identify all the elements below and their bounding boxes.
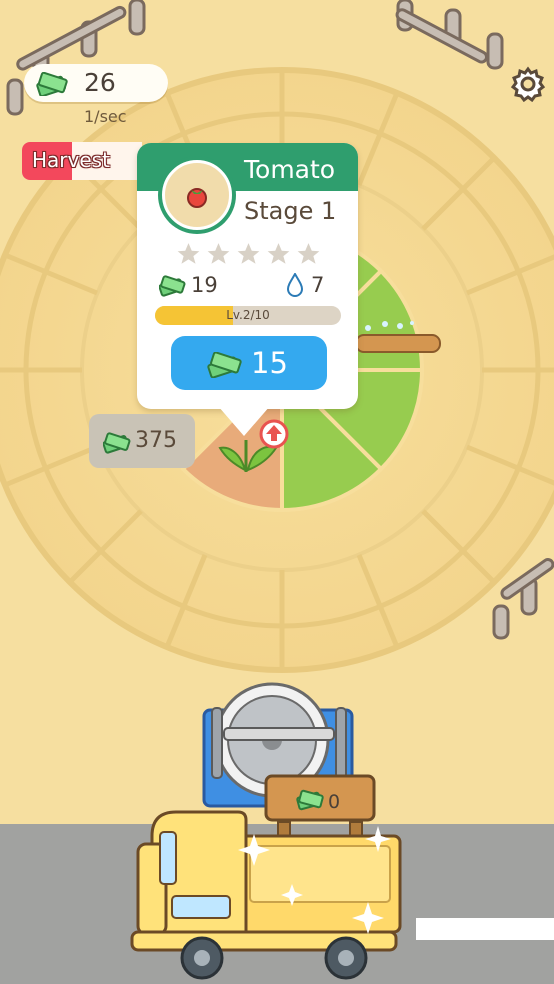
gear-icon[interactable] <box>510 66 546 102</box>
harvest-progress-bar[interactable]: Harvest <box>22 142 142 180</box>
level-label: Lv.2/10 <box>226 308 270 322</box>
tomato-icon <box>187 188 207 208</box>
cash-stack-icon <box>159 275 186 297</box>
star-icon <box>297 243 320 264</box>
plot-price: 375 <box>135 428 177 453</box>
star-icon <box>207 243 230 264</box>
money-value: 26 <box>84 68 116 97</box>
water-drop-icon <box>287 273 303 297</box>
level-progress-bar: Lv.2/10 <box>155 306 341 325</box>
money-rate: 1/sec <box>84 107 127 126</box>
crate-value: 0 <box>328 791 340 813</box>
crop-name: Tomato <box>244 155 336 184</box>
plot-price-badge[interactable]: 375 <box>89 414 195 468</box>
upgrade-button[interactable]: 15 <box>171 336 327 390</box>
income-value: 19 <box>191 273 218 297</box>
star-icon <box>177 243 200 264</box>
star-rating <box>175 241 322 267</box>
popup-pointer <box>218 406 270 436</box>
harvest-label: Harvest <box>32 148 110 172</box>
cash-stack-icon <box>296 789 324 811</box>
upgrade-price: 15 <box>251 346 288 380</box>
cash-stack-icon <box>36 72 68 96</box>
game-scene: 0 26 1/sec Harvest Tomato Stage 1 19 7 L… <box>0 0 554 984</box>
crop-info-popup: Tomato Stage 1 19 7 Lv.2/10 15 <box>137 143 358 409</box>
star-icon <box>237 243 260 264</box>
crop-stage: Stage 1 <box>244 197 337 225</box>
cash-stack-icon <box>207 352 242 378</box>
money-counter: 26 <box>24 64 168 102</box>
water-value: 7 <box>311 273 325 297</box>
star-icon <box>267 243 290 264</box>
crop-portrait <box>158 156 236 234</box>
cash-stack-icon <box>103 432 131 454</box>
